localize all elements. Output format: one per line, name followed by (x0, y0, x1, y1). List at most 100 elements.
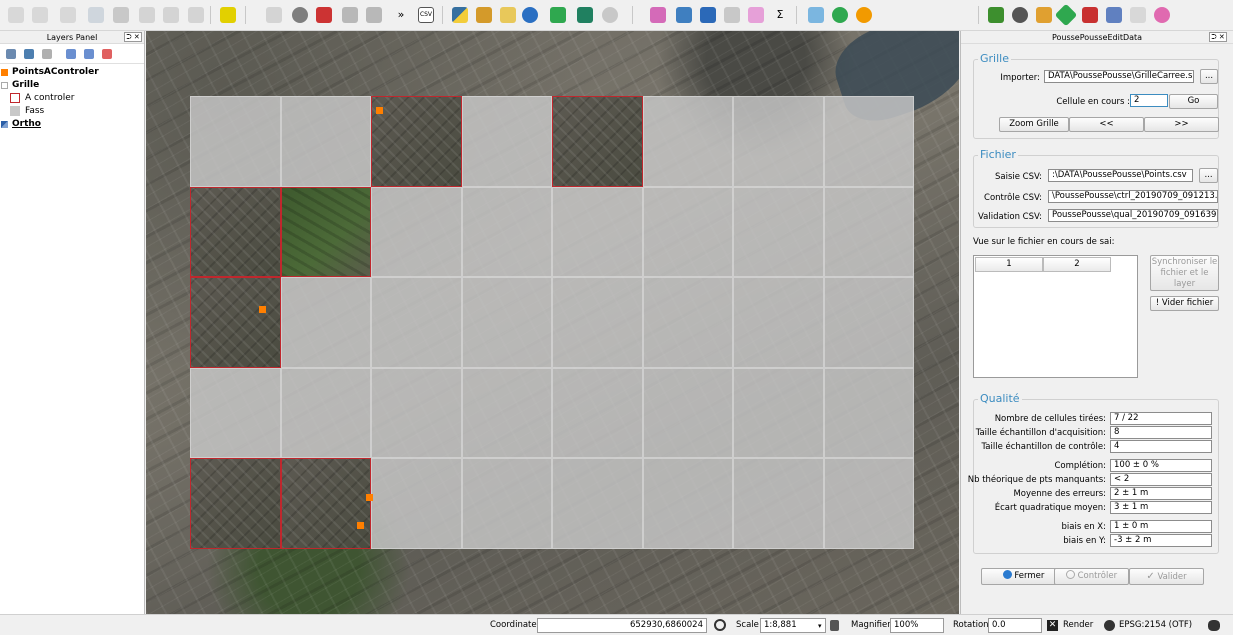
tree-icon[interactable] (577, 7, 593, 23)
grid-cell[interactable] (733, 96, 824, 187)
control-point[interactable] (357, 522, 364, 529)
grid-cell[interactable] (371, 277, 462, 368)
copy-icon[interactable] (163, 7, 179, 23)
control-cell[interactable] (552, 96, 643, 187)
add-feature-icon[interactable] (60, 7, 76, 23)
validation-field[interactable]: PoussePousse\qual_20190709_091639.det (1048, 209, 1218, 222)
control-point[interactable] (366, 494, 373, 501)
messages-icon[interactable] (1208, 620, 1220, 631)
importer-browse-button[interactable]: ... (1200, 69, 1218, 84)
remove-layer-icon[interactable] (102, 49, 112, 59)
grid-cell[interactable] (280, 96, 371, 187)
grid-cell[interactable] (642, 367, 733, 459)
sum-icon[interactable]: Σ (772, 7, 788, 23)
remove-red-icon[interactable] (856, 7, 872, 23)
control-point[interactable] (259, 306, 266, 313)
cut-icon[interactable] (139, 7, 155, 23)
chart-icon[interactable] (1082, 7, 1098, 23)
control-cell[interactable] (280, 186, 371, 278)
grid-cell[interactable] (371, 367, 462, 459)
grid-cell[interactable] (461, 186, 552, 278)
controle-field[interactable]: \PoussePousse\ctrl_20190709_091213.det (1048, 190, 1218, 203)
download-icon[interactable] (700, 7, 716, 23)
highlighter-icon[interactable] (220, 7, 236, 23)
style-icon[interactable] (342, 7, 358, 23)
grid-cell[interactable] (823, 458, 914, 549)
tool-icon[interactable] (650, 7, 666, 23)
filter-legend-icon[interactable] (24, 49, 34, 59)
grid-cell[interactable] (733, 186, 824, 278)
csv-icon[interactable]: CSV (418, 7, 434, 23)
grid-cell[interactable] (642, 186, 733, 278)
dots-icon[interactable] (724, 7, 740, 23)
field-calc-icon[interactable] (1036, 7, 1052, 23)
grid-cell[interactable] (823, 96, 914, 187)
plugin-icon[interactable] (476, 7, 492, 23)
rotation-field[interactable]: 0.0 (988, 618, 1042, 633)
scale-field[interactable]: 1:8,881 (760, 618, 826, 633)
grid-cell[interactable] (461, 96, 552, 187)
grid-cell[interactable] (371, 186, 462, 278)
table-header-1[interactable]: 1 (975, 257, 1043, 272)
synchroniser-button[interactable]: Synchroniser le fichier et le layer (1150, 255, 1219, 291)
scatter-icon[interactable] (748, 7, 764, 23)
grid-cell[interactable] (642, 96, 733, 187)
python-icon[interactable] (452, 7, 468, 23)
vider-fichier-button[interactable]: ! Vider fichier (1150, 296, 1219, 311)
layer-pointsacontroler[interactable]: PointsAControler (0, 66, 144, 79)
grid-cell[interactable] (461, 367, 552, 459)
grid-cell[interactable] (461, 277, 552, 368)
3d-view-icon[interactable] (292, 7, 308, 23)
grid-icon[interactable] (676, 7, 692, 23)
go-button[interactable]: Go (1169, 94, 1218, 109)
control-cell[interactable] (190, 186, 281, 278)
grid-cell[interactable] (190, 96, 281, 187)
grid-cell[interactable] (733, 367, 824, 459)
filter-icon[interactable] (366, 7, 382, 23)
grid-cell[interactable] (823, 186, 914, 278)
expand-all-icon[interactable] (66, 49, 76, 59)
dock-controls[interactable]: ⮊ ✕ (124, 32, 142, 42)
control-cell[interactable] (371, 96, 462, 187)
grid-cell[interactable] (642, 458, 733, 549)
next-cell-button[interactable]: >> (1144, 117, 1219, 132)
eye-icon[interactable] (602, 7, 618, 23)
zoom-grille-button[interactable]: Zoom Grille (999, 117, 1069, 132)
collapse-all-icon[interactable] (84, 49, 94, 59)
grid-cell[interactable] (642, 277, 733, 368)
magnifier-field[interactable]: 100% (890, 618, 944, 633)
open-styling-icon[interactable] (6, 49, 16, 59)
label-icon[interactable] (266, 7, 282, 23)
cellule-input[interactable]: 2 (1130, 94, 1168, 107)
grid-cell[interactable] (190, 367, 281, 459)
map-icon[interactable] (550, 7, 566, 23)
atlas-icon[interactable] (1106, 7, 1122, 23)
control-cell[interactable] (190, 277, 281, 368)
chevron-down-icon[interactable]: ▾ (818, 622, 822, 630)
saisie-field[interactable]: :\DATA\PoussePousse\Points.csv (1048, 169, 1193, 182)
grid-cell[interactable] (552, 367, 643, 459)
grid-cell[interactable] (823, 277, 914, 368)
cup-icon[interactable] (1130, 7, 1146, 23)
add-green-icon[interactable] (832, 7, 848, 23)
database-icon[interactable] (988, 7, 1004, 23)
node-tool-icon[interactable] (32, 7, 48, 23)
digitize-icon[interactable] (8, 7, 24, 23)
delete-icon[interactable] (113, 7, 129, 23)
saisie-browse-button[interactable]: ... (1199, 168, 1218, 183)
move-feature-icon[interactable] (88, 7, 104, 23)
filter-expression-icon[interactable] (42, 49, 52, 59)
controler-button[interactable]: Contrôler (1054, 568, 1129, 585)
valider-button[interactable]: ✓ Valider (1129, 568, 1204, 585)
grid-cell[interactable] (461, 458, 552, 549)
table-icon[interactable] (808, 7, 824, 23)
refresh-icon[interactable] (522, 7, 538, 23)
grid-cell[interactable] (823, 367, 914, 459)
render-checkbox[interactable]: ✕ (1047, 620, 1058, 631)
identify-icon[interactable] (316, 7, 332, 23)
map-canvas[interactable] (146, 31, 959, 614)
measure-icon[interactable] (500, 7, 516, 23)
lock-icon[interactable] (830, 620, 839, 631)
csv-preview-table[interactable]: 1 2 (973, 255, 1138, 378)
extents-icon[interactable] (714, 619, 726, 631)
